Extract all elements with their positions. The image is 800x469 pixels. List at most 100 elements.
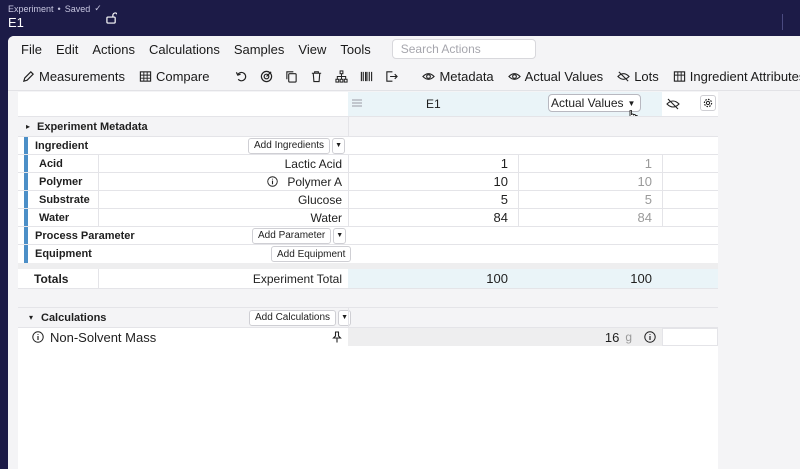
calculation-name: Non-Solvent Mass (50, 329, 157, 345)
table-row: Substrate Glucose 5 5 (18, 191, 718, 209)
ingredient-actual[interactable]: 1 (518, 155, 662, 172)
export-icon[interactable] (385, 70, 399, 84)
trash-icon[interactable] (310, 70, 323, 84)
experiment-metadata-row[interactable]: ▸ Experiment Metadata (18, 116, 718, 137)
eye-icon (507, 73, 521, 80)
eye-icon (422, 73, 436, 80)
experiment-grid: E1 Actual Values ▼ ▸ Experiment Metadata (18, 92, 718, 469)
ingredient-actual[interactable]: 84 (518, 209, 662, 226)
menu-actions[interactable]: Actions (85, 42, 142, 57)
menu-view[interactable]: View (291, 42, 333, 57)
measurements-button[interactable]: Measurements (22, 69, 125, 84)
column-header-e1[interactable]: E1 (348, 92, 532, 116)
barcode-icon[interactable] (360, 70, 373, 84)
compare-label: Compare (155, 69, 210, 84)
ingredient-name[interactable]: Polymer A (98, 173, 348, 190)
calculation-unit: g (625, 330, 632, 344)
chevron-right-icon[interactable]: ▸ (26, 117, 30, 136)
ingredient-category: Polymer (39, 175, 83, 188)
add-parameter-group: Add Parameter ▼ (252, 227, 347, 244)
chevron-down-icon[interactable]: ▾ (29, 308, 33, 327)
process-parameter-row: Process Parameter Add Parameter ▼ (18, 227, 718, 245)
metadata-toggle[interactable]: Metadata (422, 69, 494, 84)
actual-values-toggle[interactable]: Actual Values (507, 69, 604, 84)
totals-actual: 100 (518, 269, 662, 288)
add-equipment-group: Add Equipment (271, 245, 352, 263)
add-equipment-button[interactable]: Add Equipment (271, 246, 352, 262)
metadata-label: Metadata (439, 69, 494, 84)
save-status: Saved (64, 3, 91, 14)
search-actions-input[interactable] (391, 39, 536, 59)
compare-button[interactable]: Compare (139, 69, 209, 84)
calculation-value: 16 (604, 329, 620, 345)
table-row: Polymer Polymer A 10 10 (18, 173, 718, 191)
pencil-icon (22, 71, 34, 83)
ingredient-label: Ingredient (35, 139, 89, 152)
chevron-down-icon[interactable]: ▼ (333, 227, 347, 244)
column-header-row: E1 Actual Values ▼ (18, 92, 718, 125)
unlock-icon[interactable] (106, 12, 117, 24)
main-panel: File Edit Actions Calculations Samples V… (8, 36, 800, 469)
target-icon[interactable] (260, 70, 273, 84)
breadcrumb-experiment[interactable]: Experiment (8, 4, 54, 14)
lots-toggle[interactable]: Lots (617, 69, 659, 84)
page-title: E1 (8, 15, 24, 30)
menu-file[interactable]: File (14, 42, 49, 57)
info-icon[interactable] (644, 331, 656, 343)
actual-values-label: Actual Values (524, 69, 604, 84)
add-parameter-button[interactable]: Add Parameter (252, 227, 332, 244)
chevron-down-icon[interactable]: ▼ (332, 137, 346, 154)
calculations-header-row[interactable]: ▾ Calculations Add Calculations ▼ (18, 307, 718, 328)
undo-icon[interactable] (235, 70, 248, 84)
ingredient-category: Acid (39, 157, 63, 170)
ingredient-value[interactable]: 10 (348, 173, 518, 190)
menu-edit[interactable]: Edit (49, 42, 85, 57)
ingredient-attributes-button[interactable]: Ingredient Attributes (673, 69, 800, 84)
ingredient-header-row: Ingredient Add Ingredients ▼ (18, 137, 718, 155)
header-actions (662, 92, 718, 116)
actual-values-column-header: Actual Values ▼ (518, 92, 662, 125)
view-mode-value: Actual Values (551, 96, 624, 110)
pin-icon[interactable] (332, 331, 342, 343)
ingredient-value[interactable]: 5 (348, 191, 518, 208)
calculations-label: Calculations (41, 311, 107, 324)
equipment-label: Equipment (35, 248, 92, 260)
ingredient-name-text: Polymer A (287, 174, 342, 189)
ingredient-actual[interactable]: 10 (518, 173, 662, 190)
ingredient-attributes-label: Ingredient Attributes (689, 69, 800, 84)
settings-button[interactable] (700, 95, 716, 111)
drag-handle-icon[interactable] (352, 99, 362, 107)
calculation-row: Non-Solvent Mass 16 g (18, 328, 718, 346)
ingredient-name-text: Lactic Acid (284, 156, 342, 171)
ingredient-value[interactable]: 1 (348, 155, 518, 172)
measurements-label: Measurements (39, 69, 125, 84)
process-parameter-label: Process Parameter (35, 229, 135, 242)
ingredient-category: Substrate (39, 193, 90, 206)
eye-off-icon[interactable] (666, 98, 680, 110)
add-ingredients-button[interactable]: Add Ingredients (248, 137, 331, 154)
blank-cell (662, 191, 718, 208)
hierarchy-icon[interactable] (335, 70, 349, 84)
blank-cell (662, 155, 718, 172)
metadata-cell (348, 117, 718, 136)
add-calculations-button[interactable]: Add Calculations (249, 309, 337, 326)
ingredient-name[interactable]: Lactic Acid (98, 155, 348, 172)
info-icon[interactable] (267, 176, 279, 187)
ingredient-name-text: Water (310, 210, 342, 225)
lots-label: Lots (634, 69, 659, 84)
ingredient-value[interactable]: 84 (348, 209, 518, 226)
menu-calculations[interactable]: Calculations (142, 42, 227, 57)
ingredient-actual[interactable]: 5 (518, 191, 662, 208)
gear-icon (703, 98, 713, 108)
blank-cell (662, 269, 718, 288)
info-icon[interactable] (32, 331, 44, 343)
ingredient-name[interactable]: Glucose (98, 191, 348, 208)
totals-sub-label: Experiment Total (98, 269, 348, 288)
menu-samples[interactable]: Samples (227, 42, 292, 57)
caret-down-icon: ▼ (627, 98, 636, 108)
table-row: Water Water 84 84 (18, 209, 718, 227)
ingredient-name[interactable]: Water (98, 209, 348, 226)
copy-icon[interactable] (285, 70, 298, 84)
calculations-header-cell (348, 308, 718, 327)
menu-tools[interactable]: Tools (333, 42, 377, 57)
